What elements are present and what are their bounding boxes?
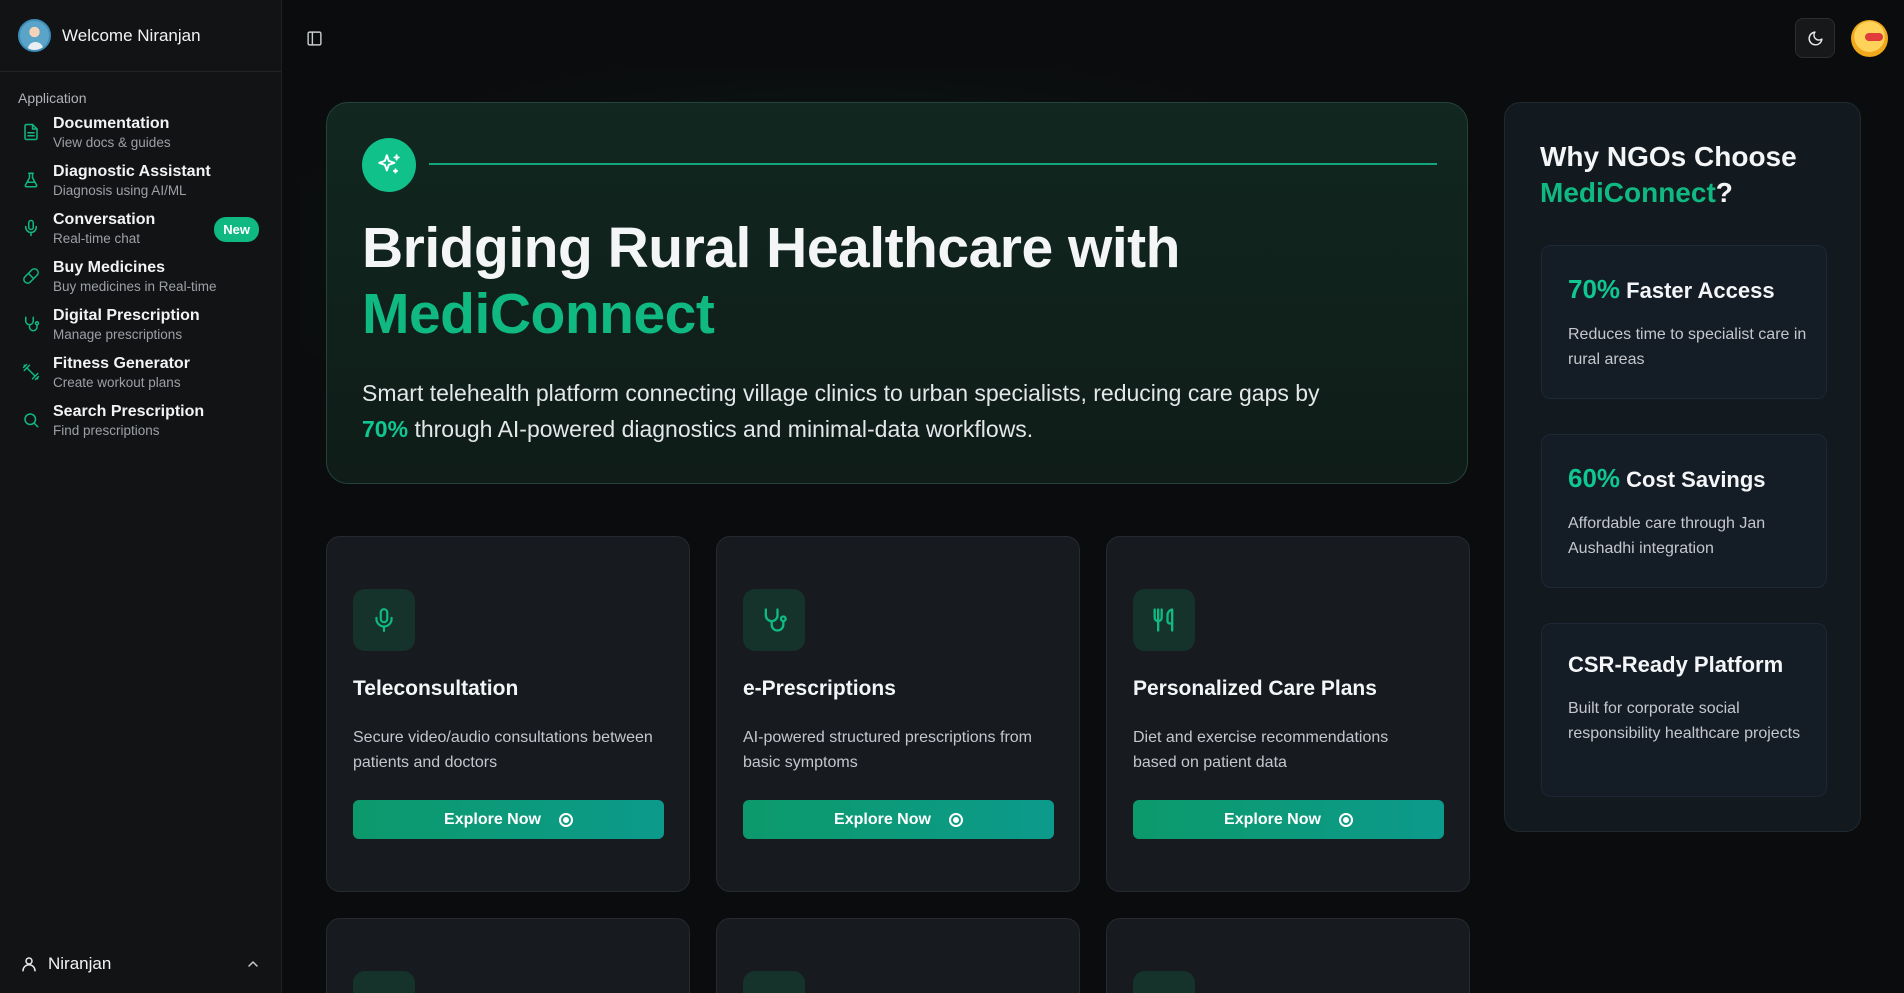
hero-divider — [429, 163, 1437, 165]
sidebar: Welcome Niranjan Application Documentati… — [0, 0, 282, 993]
flask-icon — [22, 171, 40, 189]
benefit-title-text: Faster Access — [1626, 278, 1775, 303]
nav-title: Documentation — [53, 115, 170, 132]
radio-dot-icon — [558, 812, 573, 827]
hero-description: Smart telehealth platform connecting vil… — [362, 375, 1362, 447]
card-title: e-Prescriptions — [743, 677, 896, 700]
pill-icon — [22, 267, 40, 285]
card-title: Teleconsultation — [353, 677, 519, 700]
benefit-title: CSR-Ready Platform — [1568, 652, 1783, 678]
sidebar-toggle-icon[interactable] — [306, 30, 323, 47]
card-description: Secure video/audio consultations between… — [353, 729, 653, 771]
mic-icon — [353, 589, 415, 651]
nav-subtitle: Manage prescriptions — [53, 327, 183, 342]
mic-icon — [22, 219, 40, 237]
stethoscope-icon — [743, 589, 805, 651]
hero-desc-part2: through AI-powered diagnostics and minim… — [414, 416, 1034, 442]
sidebar-header: Welcome Niranjan — [0, 0, 281, 72]
why-title-brand: MediConnect — [1540, 177, 1716, 208]
why-title-text: Why NGOs Choose — [1540, 141, 1797, 172]
profile-avatar[interactable] — [1851, 20, 1888, 57]
sidebar-item-buy-medicines[interactable]: Buy Medicines Buy medicines in Real-time — [0, 256, 281, 304]
explore-now-button[interactable]: Explore Now — [743, 800, 1054, 839]
benefit-stat: 60% — [1568, 463, 1621, 493]
benefit-title-text: CSR-Ready Platform — [1568, 652, 1784, 677]
moon-icon — [1807, 30, 1824, 47]
welcome-text: Welcome Niranjan — [62, 25, 201, 45]
benefit-description: Reduces time to specialist care in rural… — [1568, 326, 1807, 368]
feature-card-partial — [1106, 918, 1470, 993]
user-menu[interactable]: Niranjan — [0, 935, 281, 993]
hero-title-text: Bridging Rural Healthcare with — [362, 216, 1180, 280]
hero-desc-highlight: 70% — [362, 416, 409, 442]
benefit-title: 70% Faster Access — [1568, 274, 1775, 305]
chevron-up-icon — [245, 956, 261, 972]
sidebar-item-conversation[interactable]: Conversation Real-time chat New — [0, 208, 281, 256]
explore-now-button[interactable]: Explore Now — [1133, 800, 1444, 839]
sparkles-icon — [362, 138, 416, 192]
button-label: Explore Now — [1224, 810, 1321, 828]
nav-subtitle: Find prescriptions — [53, 423, 160, 438]
feature-card-partial — [326, 918, 690, 993]
benefit-stat: 70% — [1568, 274, 1621, 304]
user-name: Niranjan — [48, 954, 112, 973]
button-label: Explore Now — [834, 810, 931, 828]
feature-card-partial — [716, 918, 1080, 993]
dumbbell-icon — [22, 363, 40, 381]
feature-card-care-plans: Personalized Care Plans Diet and exercis… — [1106, 536, 1470, 892]
nav-subtitle: Buy medicines in Real-time — [53, 279, 217, 294]
hero-brand: MediConnect — [362, 282, 715, 346]
hero-card: Bridging Rural Healthcare with MediConne… — [326, 102, 1468, 484]
search-icon — [22, 411, 40, 429]
nav-title: Conversation — [53, 211, 156, 228]
feature-icon — [743, 971, 805, 993]
why-title-end: ? — [1715, 177, 1733, 208]
nav-title: Diagnostic Assistant — [53, 163, 211, 180]
feature-card-e-prescriptions: e-Prescriptions AI-powered structured pr… — [716, 536, 1080, 892]
card-title: Personalized Care Plans — [1133, 677, 1377, 700]
benefit-description: Affordable care through Jan Aushadhi int… — [1568, 515, 1766, 557]
benefit-card-csr-ready: CSR-Ready Platform Built for corporate s… — [1541, 623, 1827, 797]
nav-title: Search Prescription — [53, 403, 205, 420]
explore-now-button[interactable]: Explore Now — [353, 800, 664, 839]
utensils-icon — [1133, 589, 1195, 651]
new-badge: New — [214, 217, 259, 242]
file-text-icon — [22, 123, 40, 141]
hero-desc-part1: Smart telehealth platform connecting vil… — [362, 380, 1320, 406]
sidebar-item-diagnostic-assistant[interactable]: Diagnostic Assistant Diagnosis using AI/… — [0, 160, 281, 208]
card-description: AI-powered structured prescriptions from… — [743, 729, 1032, 771]
feature-card-teleconsultation: Teleconsultation Secure video/audio cons… — [326, 536, 690, 892]
sidebar-item-search-prescription[interactable]: Search Prescription Find prescriptions — [0, 400, 281, 448]
nav-subtitle: Diagnosis using AI/ML — [53, 183, 187, 198]
benefit-card-faster-access: 70% Faster Access Reduces time to specia… — [1541, 245, 1827, 399]
nav-title: Digital Prescription — [53, 307, 200, 324]
why-ngos-panel: Why NGOs Choose MediConnect? 70% Faster … — [1504, 102, 1861, 832]
button-label: Explore Now — [444, 810, 541, 828]
sidebar-item-digital-prescription[interactable]: Digital Prescription Manage prescription… — [0, 304, 281, 352]
benefit-card-cost-savings: 60% Cost Savings Affordable care through… — [1541, 434, 1827, 588]
nav-title: Buy Medicines — [53, 259, 166, 276]
sidebar-item-fitness-generator[interactable]: Fitness Generator Create workout plans — [0, 352, 281, 400]
radio-dot-icon — [948, 812, 963, 827]
theme-toggle-button[interactable] — [1795, 18, 1835, 58]
benefit-title-text: Cost Savings — [1626, 467, 1766, 492]
nav-subtitle: View docs & guides — [53, 135, 171, 150]
radio-dot-icon — [1338, 812, 1353, 827]
feature-icon — [1133, 971, 1195, 993]
group-label: Application — [18, 90, 87, 106]
card-description: Diet and exercise recommendations based … — [1133, 729, 1389, 771]
stethoscope-icon — [22, 315, 40, 333]
avatar[interactable] — [18, 19, 51, 52]
nav-subtitle: Real-time chat — [53, 231, 141, 246]
why-title: Why NGOs Choose MediConnect? — [1540, 139, 1840, 211]
nav-subtitle: Create workout plans — [53, 375, 181, 390]
benefit-description: Built for corporate social responsibilit… — [1568, 700, 1801, 742]
user-icon — [20, 955, 38, 973]
feature-icon — [353, 971, 415, 993]
benefit-title: 60% Cost Savings — [1568, 463, 1766, 494]
nav-title: Fitness Generator — [53, 355, 190, 372]
hero-title: Bridging Rural Healthcare with MediConne… — [362, 215, 1422, 347]
sidebar-item-documentation[interactable]: Documentation View docs & guides — [0, 112, 281, 160]
